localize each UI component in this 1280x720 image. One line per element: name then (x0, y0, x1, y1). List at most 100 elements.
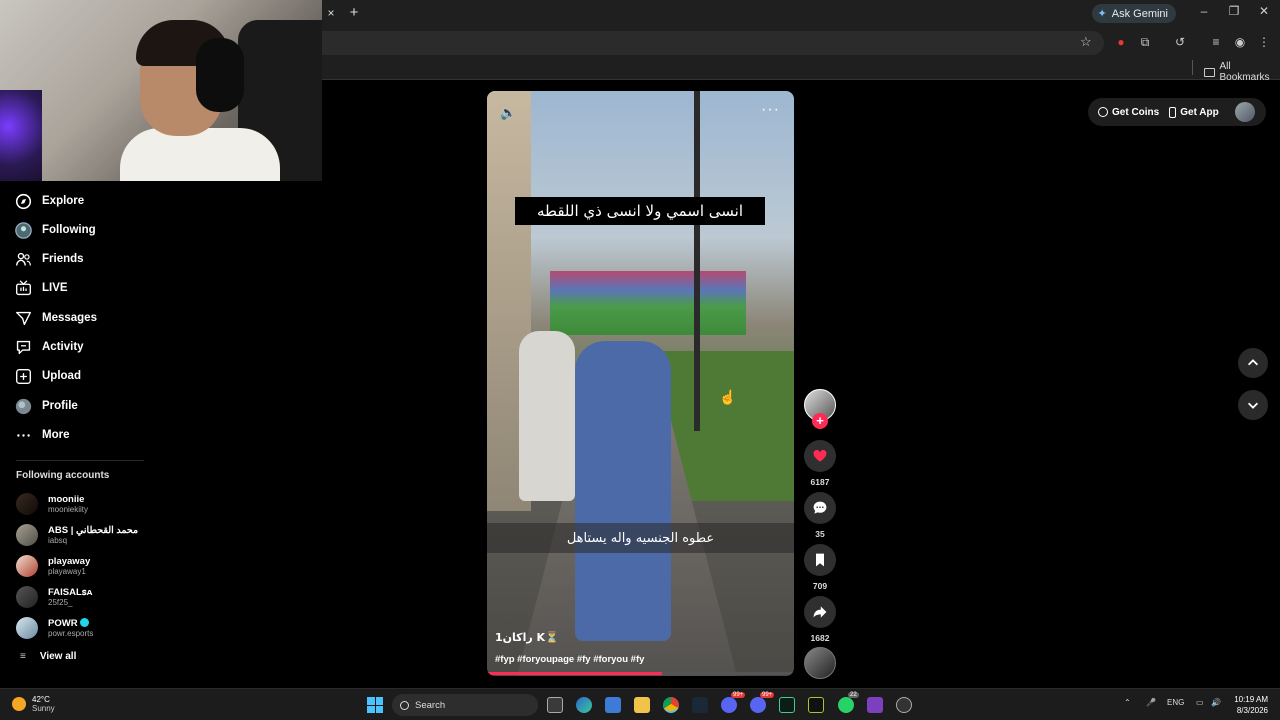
ask-gemini-button[interactable]: ✦ Ask Gemini (1091, 4, 1176, 23)
ask-gemini-label: Ask Gemini (1111, 7, 1168, 20)
video-scene-screen (550, 271, 746, 335)
chrome-icon[interactable] (663, 697, 679, 713)
nav-label: Profile (42, 400, 78, 412)
following-account-row[interactable]: FAISALꜱᴀ 25f25_ (16, 585, 92, 609)
app-d-icon[interactable] (896, 697, 912, 713)
bookmark-count: 709 (812, 581, 828, 591)
video-hashtags[interactable]: #fyp #foryoupage #fy #foryou #fy (495, 654, 644, 665)
account-handle: powr.esports (48, 629, 94, 638)
user-avatar[interactable] (1234, 102, 1255, 122)
window-close-icon[interactable]: ✕ (1254, 4, 1274, 18)
bookmark-icon (816, 553, 824, 567)
video-caption-middle: عطوه الجنسيه واله يستاهل (487, 523, 794, 553)
all-bookmarks-button[interactable]: All Bookmarks (1204, 61, 1280, 83)
follow-plus-button[interactable]: + (812, 413, 828, 429)
nav-explore[interactable]: Explore (14, 191, 84, 211)
edge-icon[interactable] (576, 697, 592, 713)
volume-tray-icon[interactable]: 🔊 (1211, 698, 1221, 707)
chevron-down-icon (1248, 402, 1258, 409)
following-account-row[interactable]: playaway playaway1 (16, 554, 90, 578)
media-control-icon[interactable]: ≡ (1209, 35, 1223, 49)
get-coins-label: Get Coins (1112, 106, 1160, 118)
get-app-button[interactable]: Get App (1169, 106, 1219, 118)
avatar (16, 617, 38, 639)
following-account-row[interactable]: ABS | محمد القحطاني iabsq (16, 523, 138, 547)
tab-close-button[interactable]: × (324, 6, 338, 20)
system-clock[interactable]: 10:19 AM 8/3/2026 (1222, 694, 1268, 716)
following-avatar-icon (14, 221, 32, 239)
messages-icon (14, 309, 32, 327)
browser-profile-icon[interactable]: ◉ (1233, 35, 1247, 49)
like-count: 6187 (810, 477, 830, 487)
like-button[interactable] (804, 440, 836, 472)
avatar (16, 493, 38, 515)
verified-badge-icon (80, 618, 90, 627)
video-author[interactable]: 1راكان K⏳ (495, 631, 559, 644)
sidebar-divider (16, 460, 144, 461)
music-disc-avatar[interactable] (804, 647, 836, 679)
upload-icon (14, 367, 32, 385)
avatar (16, 524, 38, 546)
badge: 99+ (731, 692, 746, 698)
nav-activity[interactable]: Activity (14, 337, 84, 357)
history-icon[interactable]: ↺ (1173, 35, 1187, 49)
language-indicator[interactable]: ENG (1167, 698, 1184, 707)
following-account-row[interactable]: POWR powr.esports (16, 616, 93, 640)
webcam-overlay (0, 0, 322, 181)
store-icon[interactable] (605, 697, 621, 713)
network-icon[interactable]: ▭ (1196, 698, 1204, 707)
app-a-icon[interactable] (779, 697, 795, 713)
weather-widget[interactable]: 42°C Sunny (12, 695, 55, 713)
nav-live[interactable]: LIVE (14, 278, 68, 298)
live-icon (14, 279, 32, 297)
extensions-puzzle-icon[interactable]: ⧉ (1138, 35, 1152, 49)
volume-icon[interactable]: 🔈 (500, 105, 516, 121)
whatsapp-icon[interactable] (838, 697, 854, 713)
task-view-icon[interactable] (547, 697, 563, 713)
file-explorer-icon[interactable] (634, 697, 650, 713)
app-c-icon[interactable] (867, 697, 883, 713)
discord-icon[interactable] (721, 697, 737, 713)
nav-friends[interactable]: Friends (14, 249, 84, 269)
minimize-icon[interactable]: – (1194, 4, 1214, 18)
sun-icon (12, 697, 26, 711)
taskbar-search[interactable]: Search (392, 694, 538, 716)
nav-profile[interactable]: Profile (14, 396, 78, 416)
steam-icon[interactable] (692, 697, 708, 713)
restore-icon[interactable]: ❐ (1224, 4, 1244, 18)
compass-icon (14, 192, 32, 210)
browser-tab-bar: × + ✦ Ask Gemini – ❐ ✕ (322, 0, 1280, 28)
nav-following[interactable]: Following (14, 220, 96, 240)
nav-more[interactable]: More (14, 425, 69, 445)
new-tab-button[interactable]: + (346, 5, 362, 21)
browser-menu-icon[interactable]: ⋮ (1257, 35, 1271, 49)
search-icon (400, 700, 409, 710)
bookmark-star-icon[interactable]: ☆ (1080, 34, 1092, 50)
more-icon (14, 426, 32, 444)
extension-red-icon[interactable]: ● (1114, 35, 1128, 49)
share-button[interactable] (804, 596, 836, 628)
get-coins-button[interactable]: Get Coins (1098, 107, 1159, 118)
previous-video-button[interactable] (1238, 348, 1268, 378)
bookmark-button[interactable] (804, 544, 836, 576)
video-progress-bar[interactable] (487, 672, 794, 675)
next-video-button[interactable] (1238, 390, 1268, 420)
app-b-icon[interactable] (808, 697, 824, 713)
profile-avatar-icon (14, 397, 32, 415)
following-accounts-heading: Following accounts (16, 470, 110, 481)
video-more-icon[interactable]: ··· (761, 101, 780, 119)
view-all-button[interactable]: ≡ View all (20, 651, 76, 662)
badge: 22 (848, 692, 859, 698)
microphone-icon[interactable]: 🎤 (1146, 698, 1156, 707)
following-account-row[interactable]: mooniie mooniekiity (16, 492, 88, 516)
account-name: POWR (48, 618, 93, 629)
discord-alt-icon[interactable] (750, 697, 766, 713)
video-player[interactable]: 🔈 ··· انسى اسمي ولا انسى ذي اللقطه عطوه … (487, 91, 794, 676)
nav-upload[interactable]: Upload (14, 366, 81, 386)
start-button[interactable] (367, 697, 383, 713)
address-bar[interactable] (322, 31, 1104, 55)
tray-expand-icon[interactable]: ⌃ (1124, 698, 1131, 707)
nav-messages[interactable]: Messages (14, 308, 97, 328)
search-label: Search (415, 699, 446, 711)
comment-button[interactable] (804, 492, 836, 524)
